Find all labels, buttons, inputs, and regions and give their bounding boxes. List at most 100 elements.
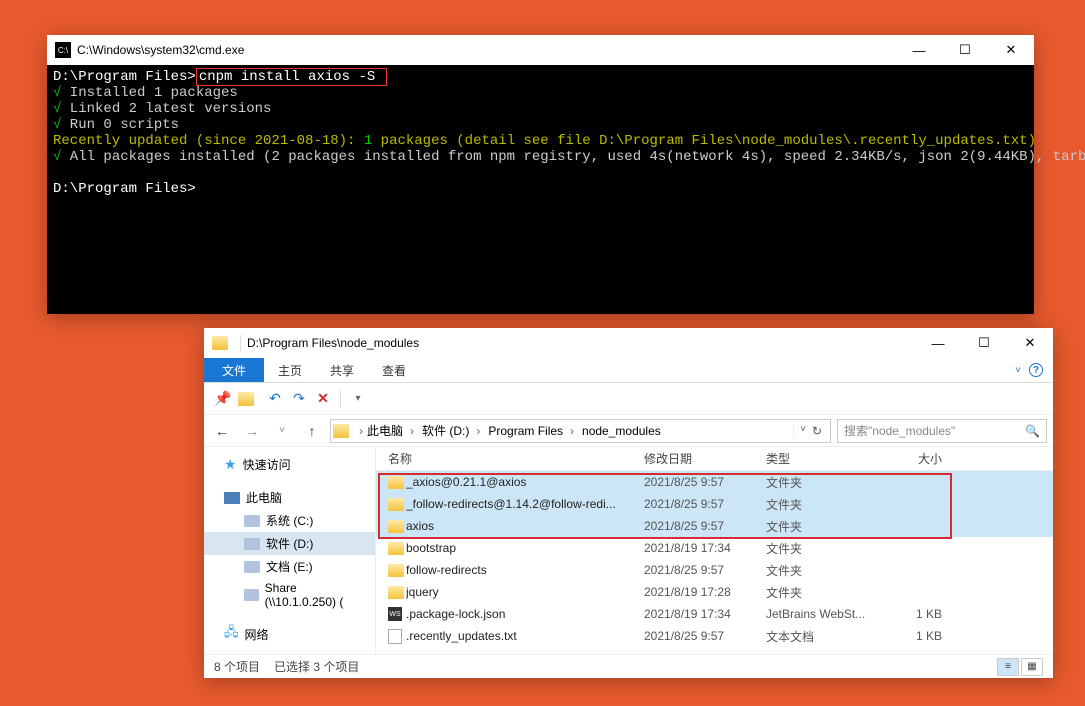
nav-drive-c[interactable]: 系统 (C:) [204,509,375,532]
list-item[interactable]: jquery2021/8/19 17:28文件夹 [376,581,1053,603]
status-bar: 8 个项目 已选择 3 个项目 ≡ ▦ [204,654,1053,678]
folder-icon [388,564,404,577]
list-item[interactable]: WS .package-lock.json2021/8/19 17:34JetBr… [376,603,1053,625]
file-type: JetBrains WebSt... [766,607,882,621]
folder-icon [212,336,228,350]
breadcrumb-seg[interactable]: node_modules [578,422,672,440]
list-item[interactable]: .recently_updates.txt2021/8/25 9:57文本文档1… [376,625,1053,647]
file-name: .package-lock.json [406,607,644,621]
list-item[interactable]: _follow-redirects@1.14.2@follow-redi...2… [376,493,1053,515]
explorer-titlebar[interactable]: D:\Program Files\node_modules — ☐ ✕ [204,328,1053,358]
file-date: 2021/8/25 9:57 [644,629,766,643]
view-details-button[interactable]: ≡ [997,658,1019,676]
list-item[interactable]: follow-redirects2021/8/25 9:57文件夹 [376,559,1053,581]
cmd-window: C:\ C:\Windows\system32\cmd.exe — ☐ ✕ D:… [47,35,1034,314]
breadcrumb-seg[interactable]: Program Files [484,422,578,440]
file-type: 文件夹 [766,474,882,491]
cmd-output: D:\Program Files>cnpm install axios -S √… [47,65,1034,201]
breadcrumb-seg[interactable]: 此电脑 [363,420,418,441]
close-button[interactable]: ✕ [1007,328,1053,358]
drive-icon [244,538,260,550]
nav-drive-d[interactable]: 软件 (D:) [204,532,375,555]
navigation-pane: ★ 快速访问 此电脑 系统 (C:) 软件 (D:) 文档 (E:) [204,447,376,654]
folder-icon [388,520,404,533]
folder-icon [388,586,404,599]
nav-this-pc[interactable]: 此电脑 [204,486,375,509]
quick-access-toolbar: 📌 ↶ ↷ ✕ ▾ [204,383,1053,415]
nav-recent-icon[interactable]: ˅ [270,419,294,443]
col-name[interactable]: 名称 [388,450,644,467]
col-type[interactable]: 类型 [766,450,882,467]
tab-home[interactable]: 主页 [264,358,316,382]
redo-icon[interactable]: ↷ [290,390,308,408]
nav-back-icon[interactable]: ← [210,419,234,443]
tab-file[interactable]: 文件 [204,358,264,382]
nav-forward-icon[interactable]: → [240,419,264,443]
file-name: bootstrap [406,541,644,555]
list-item[interactable]: _axios@0.21.1@axios2021/8/25 9:57文件夹 [376,471,1053,493]
file-date: 2021/8/25 9:57 [644,497,766,511]
drive-icon [244,589,259,601]
file-name: jquery [406,585,644,599]
file-name: _axios@0.21.1@axios [406,475,644,489]
file-type: 文本文档 [766,628,882,645]
star-icon: ★ [224,456,237,473]
folder-icon [388,498,404,511]
drive-icon [244,515,260,527]
folder-icon [388,542,404,555]
cmd-title-text: C:\Windows\system32\cmd.exe [77,43,244,57]
minimize-button[interactable]: — [896,35,942,65]
file-type: 文件夹 [766,562,882,579]
json-file-icon: WS [388,607,402,621]
pc-icon [224,492,240,504]
network-icon: 🖧 [224,623,239,645]
nav-drive-e[interactable]: 文档 (E:) [204,555,375,578]
list-item[interactable]: axios2021/8/25 9:57文件夹 [376,515,1053,537]
pin-icon[interactable]: 📌 [214,390,232,408]
folder-icon [333,424,349,438]
file-name: .recently_updates.txt [406,629,644,643]
nav-network[interactable]: 🖧 网络 [204,620,375,648]
explorer-window: D:\Program Files\node_modules — ☐ ✕ 文件 主… [204,328,1053,678]
file-size: 1 KB [882,607,942,621]
file-type: 文件夹 [766,540,882,557]
tab-share[interactable]: 共享 [316,358,368,382]
breadcrumb-seg[interactable]: 软件 (D:) [418,420,484,441]
list-item[interactable]: bootstrap2021/8/19 17:34文件夹 [376,537,1053,559]
ribbon-tabs: 文件 主页 共享 查看 ˅ ? [204,358,1053,383]
maximize-button[interactable]: ☐ [942,35,988,65]
nav-quick-access[interactable]: ★ 快速访问 [204,453,375,476]
maximize-button[interactable]: ☐ [961,328,1007,358]
explorer-title-text: D:\Program Files\node_modules [247,336,419,350]
address-row: ← → ˅ ↑ › 此电脑 软件 (D:) Program Files node… [204,415,1053,447]
col-date[interactable]: 修改日期 [644,450,766,467]
undo-icon[interactable]: ↶ [266,390,284,408]
file-name: axios [406,519,644,533]
refresh-icon[interactable]: ↻ [812,424,822,438]
text-file-icon [388,629,402,644]
file-name: _follow-redirects@1.14.2@follow-redi... [406,497,644,511]
tab-view[interactable]: 查看 [368,358,420,382]
ribbon-collapse-icon[interactable]: ˅ [1015,365,1021,376]
file-size: 1 KB [882,629,942,643]
close-button[interactable]: ✕ [988,35,1034,65]
address-bar[interactable]: › 此电脑 软件 (D:) Program Files node_modules… [330,419,831,443]
col-size[interactable]: 大小 [882,450,942,467]
nav-up-icon[interactable]: ↑ [300,419,324,443]
help-icon[interactable]: ? [1029,363,1043,377]
file-date: 2021/8/25 9:57 [644,519,766,533]
search-input[interactable]: 搜索"node_modules" 🔍 [837,419,1047,443]
file-name: follow-redirects [406,563,644,577]
nav-network-share[interactable]: Share (\\10.1.0.250) ( [204,578,375,612]
file-date: 2021/8/19 17:34 [644,607,766,621]
status-item-count: 8 个项目 [214,658,260,675]
more-icon[interactable]: ▾ [349,390,367,408]
search-icon[interactable]: 🔍 [1025,424,1040,438]
history-dropdown-icon[interactable]: ˅ [800,424,806,438]
delete-icon[interactable]: ✕ [314,390,332,408]
view-icons-button[interactable]: ▦ [1021,658,1043,676]
file-date: 2021/8/25 9:57 [644,563,766,577]
folder-icon[interactable] [238,392,254,406]
minimize-button[interactable]: — [915,328,961,358]
cmd-titlebar[interactable]: C:\ C:\Windows\system32\cmd.exe — ☐ ✕ [47,35,1034,65]
